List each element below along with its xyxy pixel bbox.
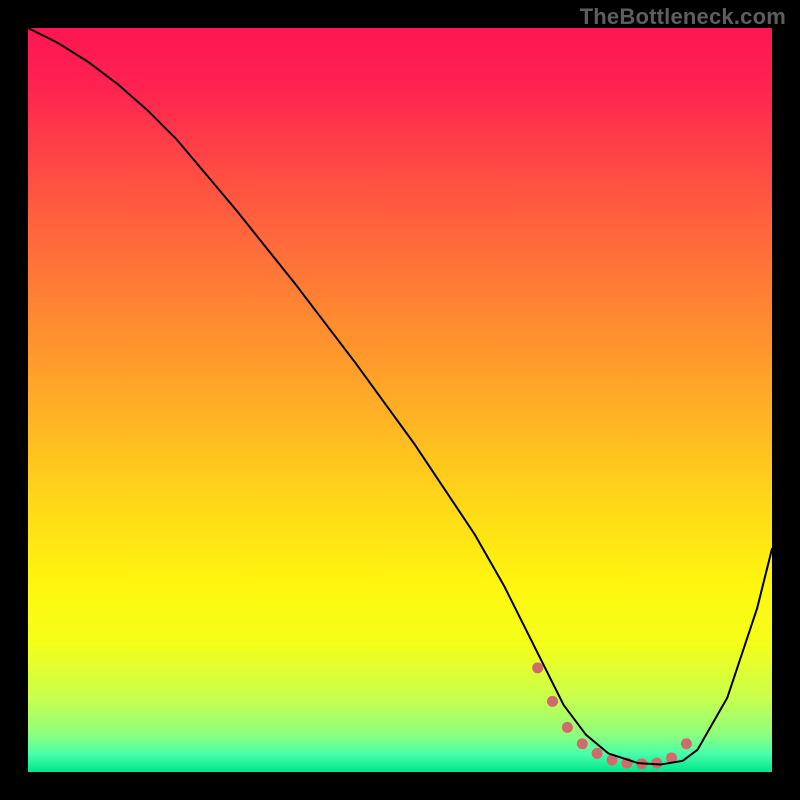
chart-svg bbox=[28, 28, 772, 772]
chart-stage: TheBottleneck.com bbox=[0, 0, 800, 800]
marker-dot bbox=[592, 748, 603, 759]
marker-dot bbox=[577, 738, 588, 749]
marker-dot bbox=[532, 662, 543, 673]
marker-dot bbox=[547, 696, 558, 707]
plot-area bbox=[28, 28, 772, 772]
marker-dot bbox=[562, 722, 573, 733]
marker-dot bbox=[681, 738, 692, 749]
gradient-background bbox=[28, 28, 772, 772]
watermark-text: TheBottleneck.com bbox=[580, 4, 786, 30]
